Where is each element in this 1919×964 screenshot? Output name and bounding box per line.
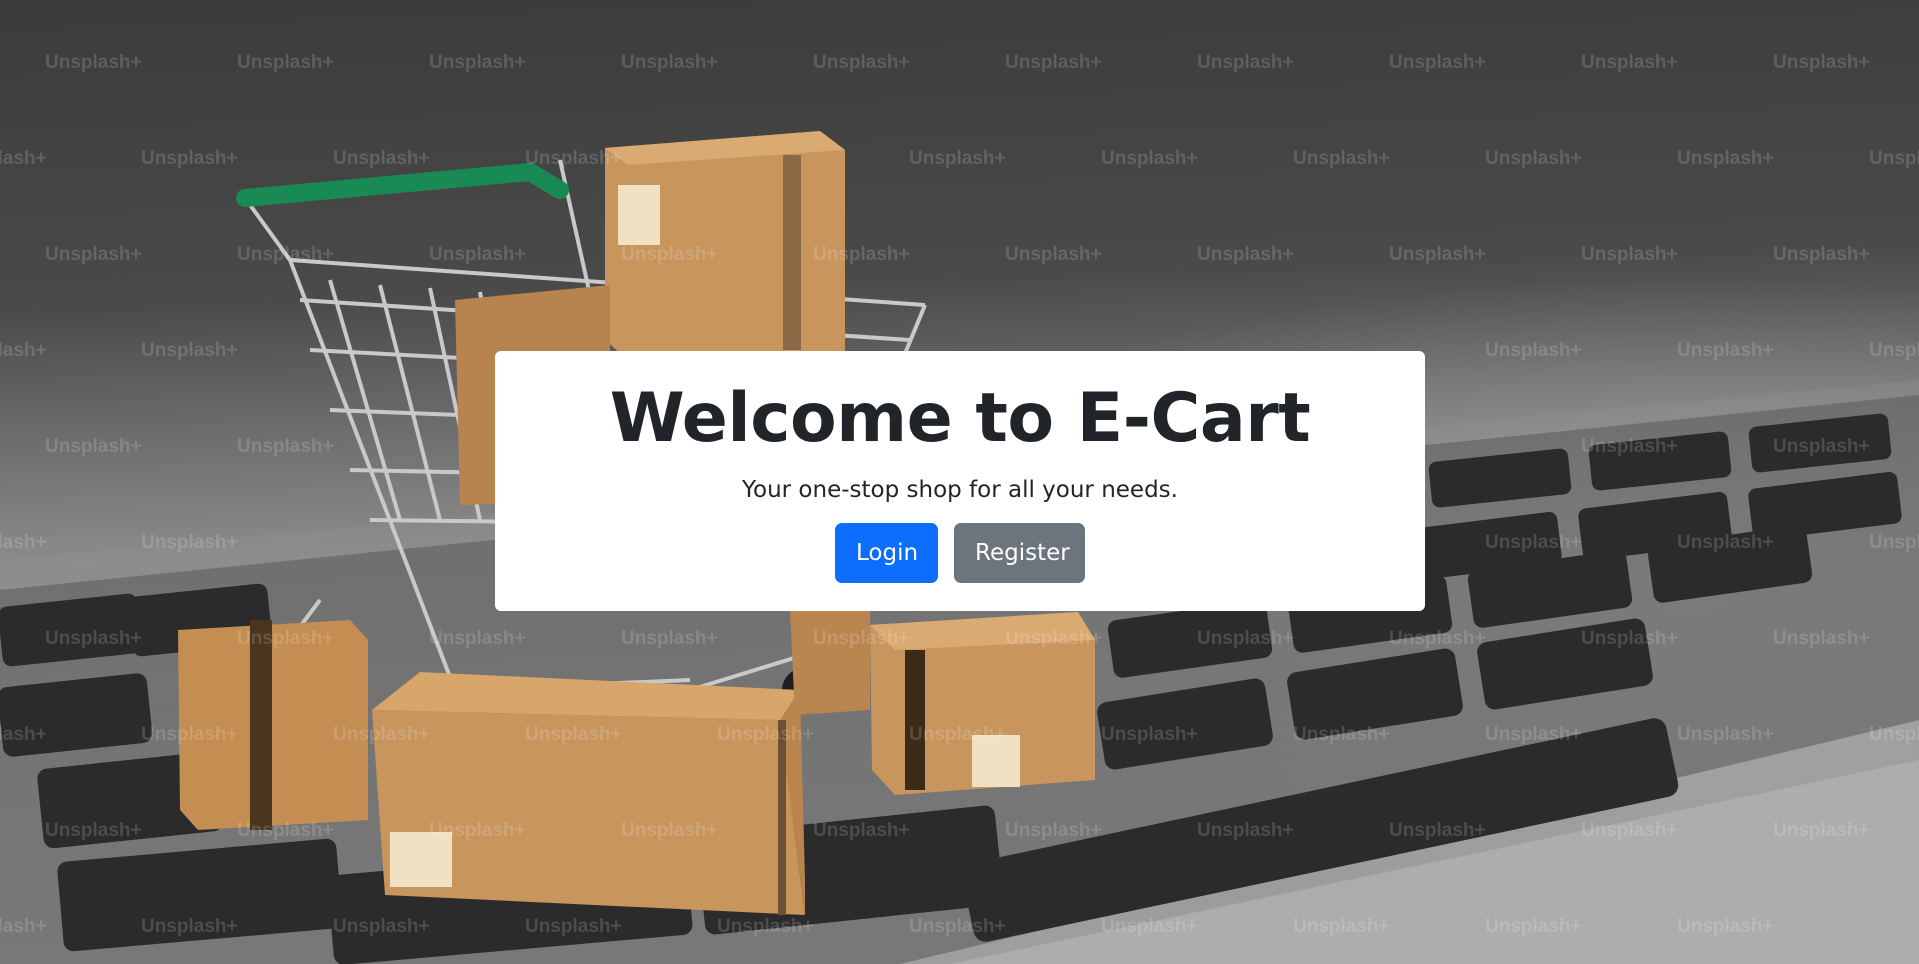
page-title: Welcome to E-Cart <box>609 379 1311 458</box>
cart-handle <box>236 162 569 207</box>
auth-button-group: Login Register <box>495 523 1425 583</box>
login-button[interactable]: Login <box>835 523 938 583</box>
register-button[interactable]: Register <box>954 523 1085 583</box>
page-subtitle: Your one-stop shop for all your needs. <box>742 477 1178 503</box>
welcome-card: Welcome to E-Cart Your one-stop shop for… <box>495 351 1425 611</box>
